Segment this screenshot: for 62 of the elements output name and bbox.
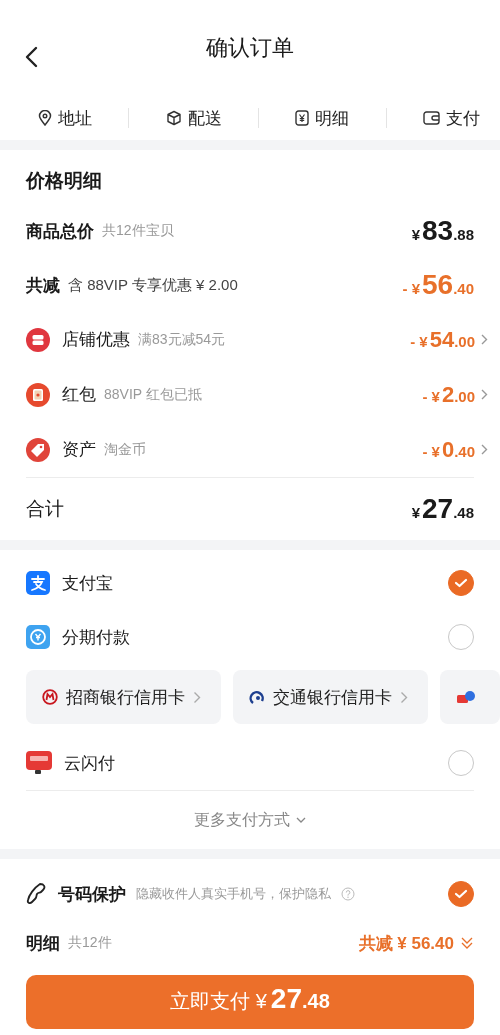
row-note: 淘金币 xyxy=(104,440,146,459)
chevron-icon[interactable] xyxy=(481,444,488,455)
shop-icon xyxy=(26,327,50,352)
section-title: 价格明细 xyxy=(26,169,103,193)
radio-button[interactable] xyxy=(448,570,474,596)
location-pin-icon xyxy=(38,110,52,126)
step-tab[interactable]: 支付 xyxy=(422,106,480,130)
payment-method-label: 云闪付 xyxy=(64,752,115,775)
bank-card-button[interactable] xyxy=(440,670,500,724)
chevron-icon xyxy=(400,690,408,704)
row-label: 资产 xyxy=(62,439,96,461)
chevron-icon[interactable] xyxy=(481,389,488,400)
chevron-icon xyxy=(193,690,201,704)
protection-note: 隐藏收件人真实手机号，保护隐私 xyxy=(136,885,331,903)
payment-method-label: 分期付款 xyxy=(62,626,130,649)
bank-logo-icon xyxy=(456,689,476,705)
row-label: 店铺优惠 xyxy=(62,329,130,351)
item-count: 共12件 xyxy=(68,934,112,952)
check-icon xyxy=(454,889,468,899)
back-icon xyxy=(24,46,38,68)
chevron-icon[interactable] xyxy=(481,334,488,345)
price-amount: - ¥56.40 xyxy=(402,269,474,301)
price-amount: ¥83.88 xyxy=(411,215,474,247)
box-icon xyxy=(165,110,182,126)
row-note: 满83元减54元 xyxy=(138,330,226,349)
price-amount: ¥27.48 xyxy=(411,493,474,525)
checkbox[interactable] xyxy=(448,881,474,907)
protection-label: 号码保护 xyxy=(58,883,126,906)
price-amount: - ¥2.00 xyxy=(422,381,475,408)
row-label: 合计 xyxy=(26,497,64,521)
row-note: 共12件宝贝 xyxy=(102,222,174,240)
help-icon[interactable] xyxy=(341,887,355,901)
reduction-total: 共减 ¥ 56.40 xyxy=(358,932,454,955)
payment-method-label: 支付宝 xyxy=(62,572,113,595)
row-label: 商品总价 xyxy=(26,220,94,243)
yen-receipt-icon xyxy=(295,110,310,126)
tag-icon xyxy=(26,437,50,462)
page-title: 确认订单 xyxy=(206,34,294,62)
step-tab[interactable]: 地址 xyxy=(38,106,92,130)
installment-icon xyxy=(26,625,50,649)
more-payment-link[interactable]: 更多支付方式 xyxy=(188,791,312,849)
summary-label: 明细 xyxy=(26,932,60,955)
row-note: 含 88VIP 专享优惠 ¥ 2.00 xyxy=(68,275,238,295)
step-tab[interactable]: 配送 xyxy=(165,106,222,130)
phone-icon xyxy=(26,882,48,906)
envelope-icon xyxy=(26,382,50,407)
app-icon xyxy=(26,750,52,776)
step-tab[interactable]: 明细 xyxy=(295,106,350,130)
bank-card-button[interactable]: 交通银行信用卡 xyxy=(233,670,428,724)
row-note: 88VIP 红包已抵 xyxy=(104,385,202,404)
row-label: 共减 xyxy=(26,274,60,297)
bank-logo-icon xyxy=(42,689,58,705)
price-amount: - ¥0.40 xyxy=(422,436,475,463)
check-icon xyxy=(454,578,468,588)
bank-card-button[interactable]: 招商银行信用卡 xyxy=(26,670,221,724)
row-label: 红包 xyxy=(62,384,96,406)
wallet-icon xyxy=(422,111,440,125)
price-amount: - ¥54.00 xyxy=(410,326,475,353)
app-icon xyxy=(26,571,50,595)
expand-icon[interactable] xyxy=(460,936,474,950)
bank-logo-icon xyxy=(249,689,265,705)
chevron-down-icon xyxy=(296,816,306,824)
